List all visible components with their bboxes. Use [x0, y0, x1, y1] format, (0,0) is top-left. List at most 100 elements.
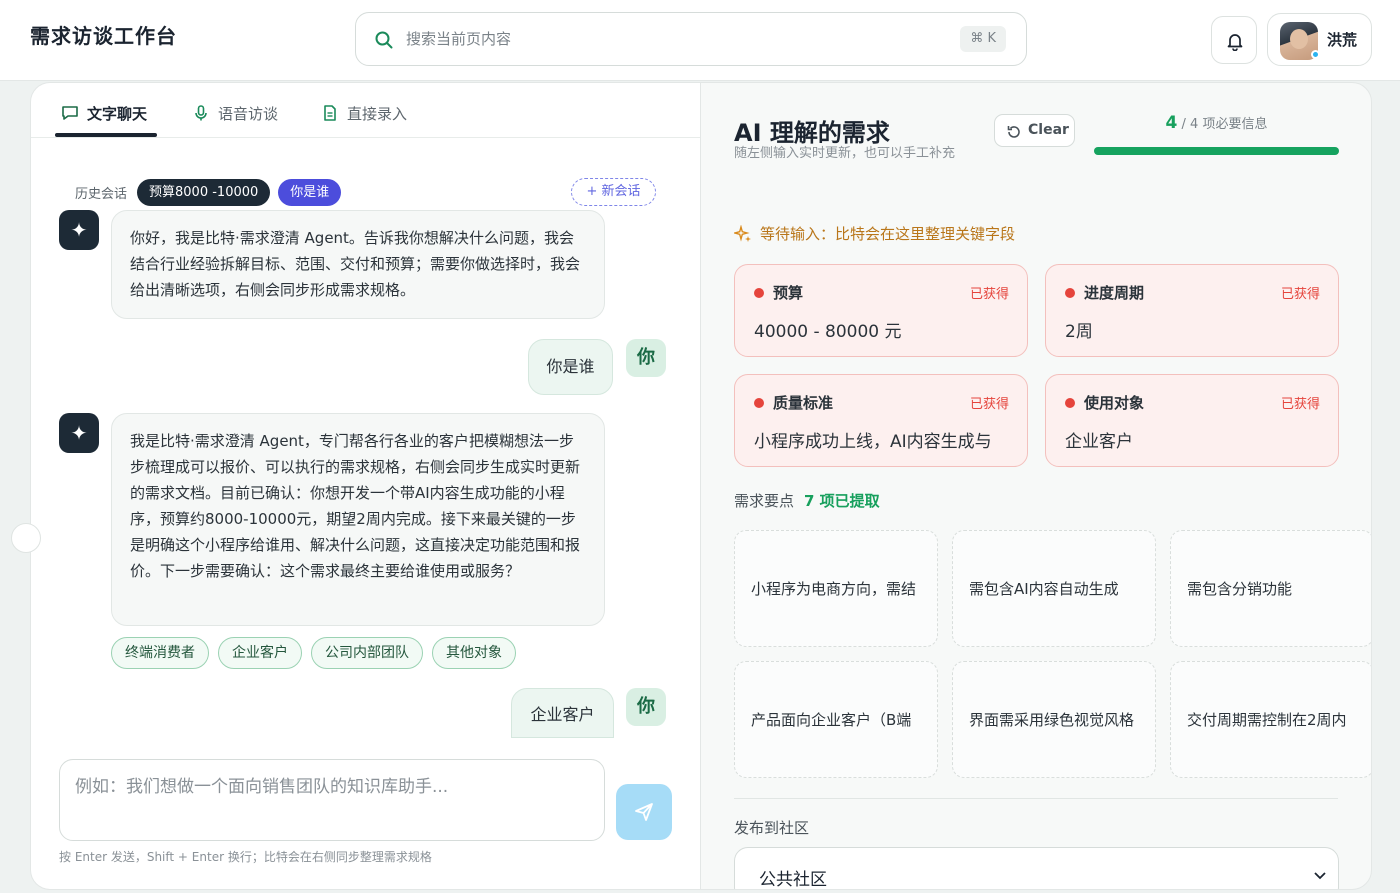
bot-message: 我是比特·需求澄清 Agent，专门帮各行各业的客户把模糊想法一步步梳理成可以报… — [111, 413, 605, 626]
section-divider — [734, 798, 1338, 799]
field-value: 2周 — [1065, 322, 1093, 342]
clear-label: Clear — [1028, 122, 1069, 138]
requirement-point-card[interactable]: 产品面向企业客户（B端 — [734, 661, 938, 778]
quick-reply-option[interactable]: 其他对象 — [432, 637, 516, 669]
progress-done: 4 — [1165, 113, 1178, 133]
top-bar: 需求访谈工作台 ⌘ K 洪荒 — [0, 0, 1400, 81]
field-status: 已获得 — [969, 287, 1009, 302]
search-icon — [375, 31, 393, 49]
mode-tabs: 文字聊天 语音访谈 直接录入 — [31, 83, 701, 138]
send-button[interactable] — [616, 784, 672, 840]
select-value: 公共社区 — [759, 870, 827, 890]
tab-label: 语音访谈 — [218, 104, 279, 123]
progress-bar — [1094, 147, 1339, 155]
composer-hint: 按 Enter 发送，Shift + Enter 换行；比特会在右侧同步整理需求… — [59, 850, 432, 864]
progress-rest: / 4 项必要信息 — [1177, 117, 1268, 132]
sparkle-icon — [734, 224, 751, 242]
user-menu[interactable]: 洪荒 — [1267, 13, 1372, 66]
bot-message: 你好，我是比特·需求澄清 Agent。告诉我你想解决什么问题，我会结合行业经验拆… — [111, 210, 605, 319]
points-header: 需求要点 7 项已提取 — [734, 490, 880, 511]
waiting-status: 等待输入：比特会在这里整理关键字段 — [734, 223, 1015, 244]
bot-avatar-icon: ✦ — [59, 413, 99, 453]
history-label: 历史会话 — [75, 186, 128, 202]
bell-icon — [1227, 34, 1243, 51]
clear-button[interactable]: Clear — [994, 114, 1075, 147]
progress-fill — [1094, 147, 1339, 155]
user-avatar: 你 — [626, 339, 666, 377]
chat-panel: 文字聊天 语音访谈 直接录入 历史会话 预算8000 -10000 你是谁 + … — [11, 82, 701, 890]
message-composer[interactable] — [59, 759, 605, 841]
publish-community-select[interactable]: 公共社区 — [734, 847, 1339, 890]
point-text: 界面需采用绿色视觉风格 — [969, 711, 1135, 729]
progress-text: 4 / 4 项必要信息 — [1095, 113, 1338, 133]
status-dot — [754, 398, 764, 408]
status-dot — [754, 288, 764, 298]
status-dot — [1065, 288, 1075, 298]
history-session-chip-active[interactable]: 你是谁 — [278, 178, 342, 206]
new-chat-button[interactable]: + 新会话 — [571, 178, 656, 206]
field-label: 预算 — [773, 284, 804, 302]
point-text: 需包含AI内容自动生成 — [969, 580, 1119, 598]
app-title: 需求访谈工作台 — [30, 24, 177, 48]
publish-label: 发布到社区 — [734, 819, 810, 837]
user-message: 你是谁 — [528, 339, 613, 395]
field-value: 40000 - 80000 元 — [754, 322, 902, 342]
point-text: 产品面向企业客户（B端 — [751, 711, 912, 729]
tab-voice-interview[interactable]: 语音访谈 — [192, 101, 278, 125]
requirement-point-card[interactable]: 界面需采用绿色视觉风格 — [952, 661, 1156, 778]
tab-label: 文字聊天 — [87, 104, 148, 123]
user-message: 企业客户 — [511, 688, 614, 738]
requirements-panel: AI 理解的需求 随左侧输入实时更新，也可以手工补充 Clear 4 / 4 项… — [700, 82, 1372, 890]
field-value: 企业客户 — [1065, 432, 1133, 452]
tab-direct-entry[interactable]: 直接录入 — [321, 101, 407, 125]
tab-label: 直接录入 — [347, 104, 408, 123]
user-name: 洪荒 — [1327, 31, 1358, 49]
field-card-schedule[interactable]: 进度周期 已获得 2周 — [1045, 264, 1339, 357]
panel-title: AI 理解的需求 — [734, 119, 890, 147]
history-session-chip[interactable]: 预算8000 -10000 — [137, 178, 271, 206]
requirement-point-card[interactable]: 小程序为电商方向，需结 — [734, 530, 938, 647]
points-count: 7 项已提取 — [804, 492, 880, 510]
send-icon — [635, 803, 653, 821]
online-status-dot — [1311, 50, 1320, 59]
panel-subtitle: 随左侧输入实时更新，也可以手工补充 — [734, 146, 956, 161]
quick-reply-options: 终端消费者 企业客户 公司内部团队 其他对象 — [111, 637, 516, 669]
quick-reply-option[interactable]: 公司内部团队 — [311, 637, 423, 669]
point-text: 需包含分销功能 — [1187, 580, 1293, 598]
microphone-icon — [195, 105, 207, 121]
field-label: 质量标准 — [773, 394, 834, 412]
field-card-audience[interactable]: 使用对象 已获得 企业客户 — [1045, 374, 1339, 467]
active-tab-indicator — [55, 133, 157, 137]
reset-icon — [1007, 126, 1020, 138]
panel-resize-handle[interactable] — [11, 523, 41, 553]
document-icon — [324, 105, 336, 121]
chat-icon — [62, 106, 78, 120]
bot-avatar-icon: ✦ — [59, 210, 99, 250]
point-text: 交付周期需控制在2周内 — [1187, 711, 1347, 729]
quick-reply-option[interactable]: 企业客户 — [218, 637, 302, 669]
field-card-quality[interactable]: 质量标准 已获得 小程序成功上线，AI内容生成与 — [734, 374, 1028, 467]
search-shortcut-badge: ⌘ K — [960, 26, 1006, 52]
status-dot — [1065, 398, 1075, 408]
field-status: 已获得 — [1280, 287, 1320, 302]
history-sessions: 历史会话 预算8000 -10000 你是谁 — [75, 178, 342, 206]
quick-reply-option[interactable]: 终端消费者 — [111, 637, 209, 669]
points-label: 需求要点 — [734, 492, 795, 510]
point-text: 小程序为电商方向，需结 — [751, 580, 917, 598]
requirement-point-card[interactable]: 需包含AI内容自动生成 — [952, 530, 1156, 647]
notifications-button[interactable] — [1211, 16, 1257, 64]
message-input[interactable] — [75, 772, 590, 828]
requirement-point-card[interactable]: 交付周期需控制在2周内 — [1170, 661, 1371, 778]
requirement-point-card[interactable]: 需包含分销功能 — [1170, 530, 1371, 647]
field-label: 进度周期 — [1084, 284, 1145, 302]
field-value: 小程序成功上线，AI内容生成与 — [754, 432, 992, 452]
field-status: 已获得 — [1280, 397, 1320, 412]
field-status: 已获得 — [969, 397, 1009, 412]
search-box[interactable]: ⌘ K — [355, 12, 1027, 66]
user-avatar: 你 — [626, 688, 666, 726]
tab-text-chat[interactable]: 文字聊天 — [61, 101, 147, 125]
waiting-text: 等待输入：比特会在这里整理关键字段 — [760, 225, 1016, 243]
search-input[interactable] — [406, 25, 946, 53]
field-card-budget[interactable]: 预算 已获得 40000 - 80000 元 — [734, 264, 1028, 357]
field-label: 使用对象 — [1084, 394, 1145, 412]
